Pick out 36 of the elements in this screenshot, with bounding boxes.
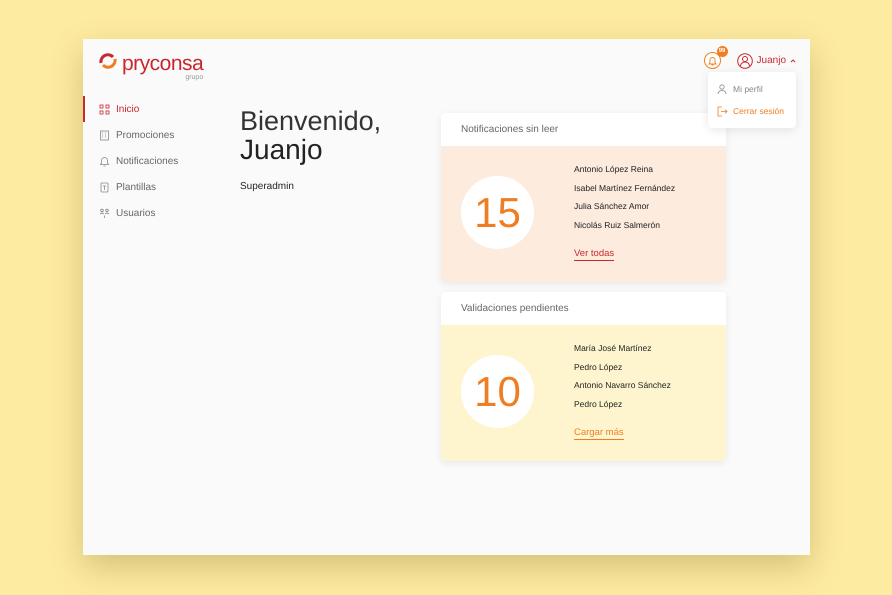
bell-icon xyxy=(99,156,110,166)
logo-icon xyxy=(98,53,118,69)
card-title: Validaciones pendientes xyxy=(441,292,726,325)
card-link[interactable]: Ver todas xyxy=(574,248,614,261)
home-icon xyxy=(99,104,110,114)
sidebar-item[interactable]: Usuarios xyxy=(83,200,231,226)
brand-name: pryconsa xyxy=(122,53,204,74)
logout-icon xyxy=(717,106,728,116)
person-name: Isabel Martínez Fernández xyxy=(574,182,676,194)
user-role: Superadmin xyxy=(240,180,295,194)
person-name: María José Martínez xyxy=(574,342,652,355)
count-circle: 10 xyxy=(461,354,534,428)
caret-icon xyxy=(790,58,796,62)
notifications-button[interactable] xyxy=(704,52,721,69)
user-icon xyxy=(736,52,753,68)
building-icon xyxy=(99,130,110,140)
sidebar-item[interactable]: Promociones xyxy=(83,122,231,148)
menu-item[interactable]: Mi perfil xyxy=(708,78,796,100)
person-name: Pedro López xyxy=(574,360,624,374)
template-icon xyxy=(99,182,110,192)
users-icon xyxy=(99,208,110,218)
count-circle: 15 xyxy=(461,176,534,248)
person-name: Nicolás Ruiz Salmerón xyxy=(574,218,661,232)
card-title: Notificaciones sin leer xyxy=(441,113,726,146)
user-menu-button[interactable]: Juanjo xyxy=(736,52,796,68)
person-icon xyxy=(717,84,728,94)
person-name: Julia Sánchez Amor xyxy=(574,200,650,213)
bell-icon xyxy=(708,56,717,66)
welcome-heading: Bienvenido, xyxy=(240,107,382,136)
person-name: Antonio Navarro Sánchez xyxy=(574,379,671,392)
person-name: Pedro López xyxy=(574,398,624,411)
sidebar-item[interactable]: Plantillas xyxy=(83,174,231,200)
sidebar-item[interactable]: Inicio xyxy=(83,96,231,122)
user-name-heading: Juanjo xyxy=(240,135,324,166)
sidebar-item[interactable]: Notificaciones xyxy=(83,148,231,174)
person-name: Antonio López Reina xyxy=(574,163,654,176)
